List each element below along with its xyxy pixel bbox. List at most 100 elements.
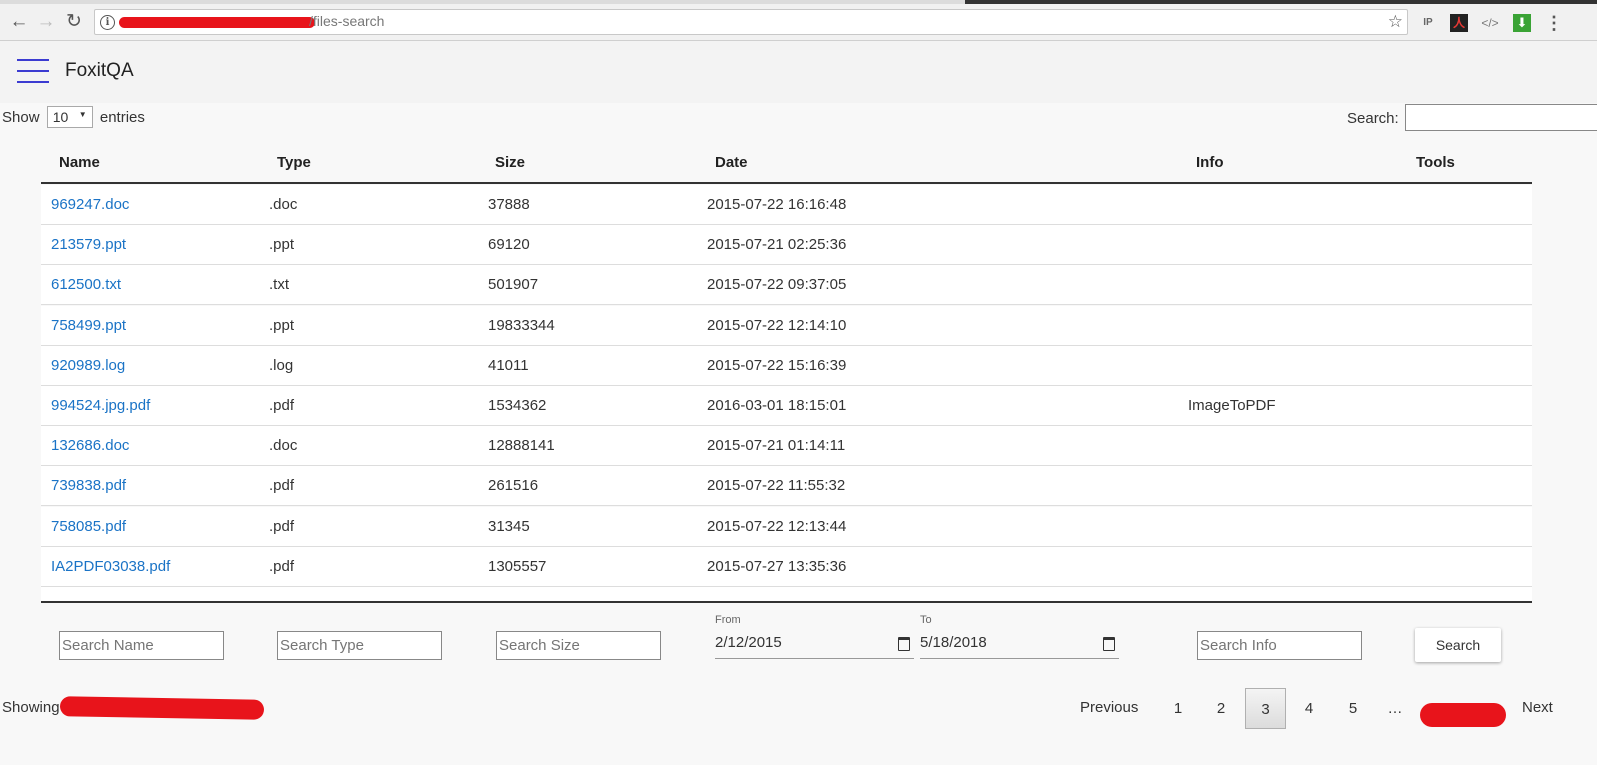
file-date-cell: 2015-07-22 09:37:05 [707, 276, 847, 294]
file-size-cell: 31345 [488, 517, 530, 535]
column-header-name[interactable]: Name [59, 154, 100, 171]
redacted-host [119, 17, 315, 28]
file-size-cell: 37888 [488, 196, 530, 213]
file-name-link[interactable]: 612500.txt [51, 276, 121, 293]
entries-label: entries [99, 108, 145, 126]
search-type-input[interactable] [277, 631, 442, 660]
file-type-cell: .pdf [269, 517, 295, 535]
file-size-cell: 69120 [488, 236, 530, 254]
from-date-field[interactable]: 2/12/2015 [715, 631, 914, 659]
redacted-last-page [1420, 703, 1506, 727]
file-date-cell: 2015-07-21 01:14:11 [707, 437, 846, 455]
table-footer-border [41, 587, 1532, 603]
file-size-cell: 12888141 [488, 437, 555, 455]
forward-arrow-icon[interactable]: → [34, 10, 58, 34]
next-page-button[interactable]: Next [1522, 699, 1553, 716]
column-header-size[interactable]: Size [495, 154, 525, 171]
page-button-4[interactable]: 4 [1291, 688, 1327, 729]
file-size-cell: 261516 [488, 477, 539, 495]
file-name-link[interactable]: 969247.doc [51, 196, 129, 213]
file-type-cell: .pdf [269, 477, 295, 495]
file-size-cell: 41011 [488, 356, 529, 374]
table-row: 213579.ppt .ppt 69120 2015-07-21 02:25:36 [41, 225, 1532, 266]
file-name-link[interactable]: IA2PDF03038.pdf [51, 558, 170, 575]
entries-select-value: 10 [52, 109, 69, 125]
file-name-link[interactable]: 739838.pdf [51, 477, 126, 494]
table-row: 612500.txt .txt 501907 2015-07-22 09:37:05 [41, 265, 1532, 306]
search-info-input[interactable] [1197, 631, 1362, 660]
table-row: 758085.pdf .pdf 31345 2015-07-22 12:13:44 [41, 506, 1532, 547]
table-row: 969247.doc .doc 37888 2015-07-22 16:16:48 [41, 185, 1532, 225]
dropdown-caret-icon: ▼ [78, 110, 87, 119]
file-name-link[interactable]: 994524.jpg.pdf [51, 397, 150, 414]
calendar-icon[interactable] [1103, 637, 1115, 651]
table-row: 994524.jpg.pdf .pdf 1534362 2016-03-01 18:1… [41, 386, 1532, 426]
file-date-cell: 2015-07-22 16:16:48 [707, 196, 847, 213]
back-arrow-icon[interactable]: ← [7, 10, 31, 34]
file-type-cell: .pdf [269, 557, 295, 575]
to-date-value: 5/18/2018 [920, 634, 987, 651]
file-name-link[interactable]: 758499.ppt [51, 317, 126, 334]
bookmark-star-icon[interactable]: ☆ [1388, 12, 1403, 32]
file-type-cell: .pdf [269, 397, 295, 414]
file-name-link[interactable]: 920989.log [51, 357, 125, 374]
column-header-tools[interactable]: Tools [1416, 154, 1455, 171]
previous-page-button[interactable]: Previous [1080, 699, 1138, 716]
search-name-input[interactable] [59, 631, 224, 660]
table-row: 132686.doc .doc 12888141 2015-07-21 01:14:1… [41, 426, 1532, 467]
showing-info-label: Showing [2, 699, 60, 716]
table-row: 758499.ppt .ppt 19833344 2015-07-22 12:14:1… [41, 305, 1532, 346]
from-date-value: 2/12/2015 [715, 634, 782, 651]
column-header-date[interactable]: Date [715, 154, 748, 171]
page-button-2[interactable]: 2 [1203, 688, 1239, 729]
address-bar[interactable]: i /files-search ☆ [94, 9, 1408, 35]
file-date-cell: 2015-07-22 12:14:10 [707, 316, 847, 334]
table-row: IA2PDF03038.pdf .pdf 1305557 2015-07-27 13:… [41, 546, 1532, 587]
entries-length-control: Show 10 ▼ entries [2, 106, 145, 128]
menu-icon[interactable]: ⋮ [1545, 14, 1563, 32]
site-info-icon[interactable]: i [100, 15, 115, 30]
search-button[interactable]: Search [1415, 628, 1501, 662]
hamburger-menu-icon[interactable] [17, 59, 49, 85]
table-row: 739838.pdf .pdf 261516 2015-07-22 11:55:32 [41, 466, 1532, 507]
page-button-3-current[interactable]: 3 [1245, 688, 1286, 729]
file-size-cell: 501907 [488, 276, 539, 294]
file-date-cell: 2015-07-22 15:16:39 [707, 356, 847, 374]
reload-icon[interactable]: ↻ [62, 10, 86, 34]
entries-select[interactable]: 10 ▼ [46, 106, 93, 128]
browser-toolbar: ← → ↻ i /files-search ☆ IP 人 </> ⬇ ⋮ [0, 4, 1597, 41]
table-search-input[interactable] [1405, 104, 1597, 131]
page-ellipsis: … [1387, 700, 1403, 717]
to-date-field[interactable]: 5/18/2018 [920, 631, 1119, 659]
redacted-showing-text [59, 696, 265, 720]
page-button-5[interactable]: 5 [1335, 688, 1371, 729]
search-label: Search: [1347, 110, 1399, 127]
column-header-info[interactable]: Info [1196, 154, 1224, 171]
page-button-1[interactable]: 1 [1160, 688, 1196, 729]
file-size-cell: 19833344 [488, 316, 555, 334]
table-row: 920989.log .log 41011 2015-07-22 15:16:39 [41, 345, 1532, 386]
file-type-cell: .log [269, 356, 294, 374]
file-date-cell: 2015-07-22 11:55:32 [707, 477, 846, 495]
file-type-cell: .ppt [269, 236, 295, 254]
search-size-input[interactable] [496, 631, 661, 660]
file-info-cell: ImageToPDF [1188, 397, 1276, 414]
show-label: Show [2, 108, 40, 126]
code-icon[interactable]: </> [1481, 14, 1499, 32]
file-size-cell: 1305557 [488, 557, 547, 575]
file-date-cell: 2015-07-22 12:13:44 [707, 517, 847, 535]
file-name-link[interactable]: 132686.doc [51, 437, 129, 454]
acrobat-icon[interactable]: 人 [1450, 14, 1468, 32]
url-text: /files-search [309, 13, 385, 29]
app-header: FoxitQA [0, 41, 1597, 103]
calendar-icon[interactable] [898, 637, 910, 651]
column-header-type[interactable]: Type [277, 154, 311, 171]
file-date-cell: 2016-03-01 18:15:01 [707, 397, 847, 414]
file-name-link[interactable]: 213579.ppt [51, 236, 126, 253]
ip-icon[interactable]: IP [1419, 14, 1437, 32]
file-name-link[interactable]: 758085.pdf [51, 518, 126, 535]
download-icon[interactable]: ⬇ [1513, 14, 1531, 32]
file-type-cell: .doc [269, 196, 298, 213]
table-header: Name Type Size Date Info Tools [41, 140, 1532, 184]
file-type-cell: .ppt [269, 316, 295, 334]
